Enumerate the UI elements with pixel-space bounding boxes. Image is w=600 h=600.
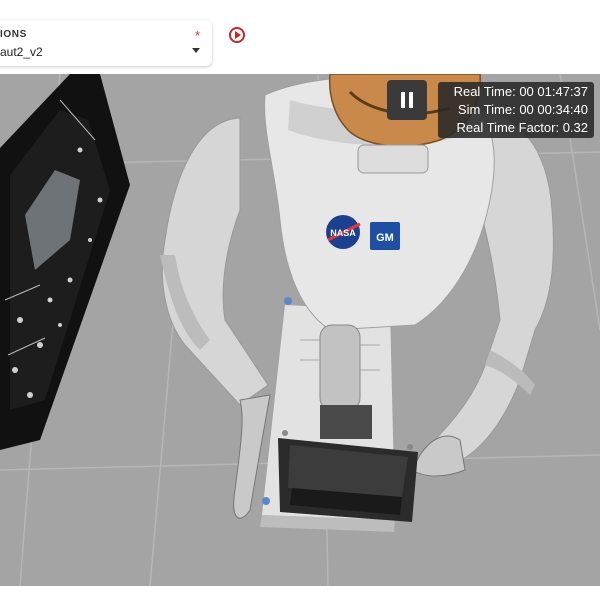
real-time-factor-readout: Real Time Factor: 0.32 (456, 120, 589, 135)
pause-bar-left (401, 92, 405, 108)
pause-bar-right (409, 92, 413, 108)
task-rack (0, 74, 130, 450)
real-time-readout: Real Time: 00 01:47:37 (453, 84, 588, 99)
bottom-bar (0, 586, 600, 600)
world-select-label: IONS (0, 29, 27, 40)
caret-down-icon[interactable] (192, 48, 200, 53)
pause-icon[interactable] (387, 80, 427, 120)
scene-render: NASA GM (0, 74, 600, 586)
sim-time-readout: Sim Time: 00 00:34:40 (457, 102, 588, 117)
nasa-logo-text: NASA (330, 228, 356, 238)
world-select-value: aut2_v2 (0, 45, 43, 59)
sim-stats-panel: Real Time: 00 01:47:37 Sim Time: 00 00:3… (438, 82, 594, 138)
play-circle-icon[interactable] (229, 27, 245, 43)
top-bar: IONS aut2_v2 * (0, 0, 600, 74)
world-select[interactable]: IONS aut2_v2 * (0, 20, 212, 66)
gm-logo-text: GM (376, 232, 394, 244)
simulation-viewport[interactable]: NASA GM Real Time: 00 01:47:37 Sim Time:… (0, 74, 600, 586)
required-marker: * (194, 28, 200, 43)
